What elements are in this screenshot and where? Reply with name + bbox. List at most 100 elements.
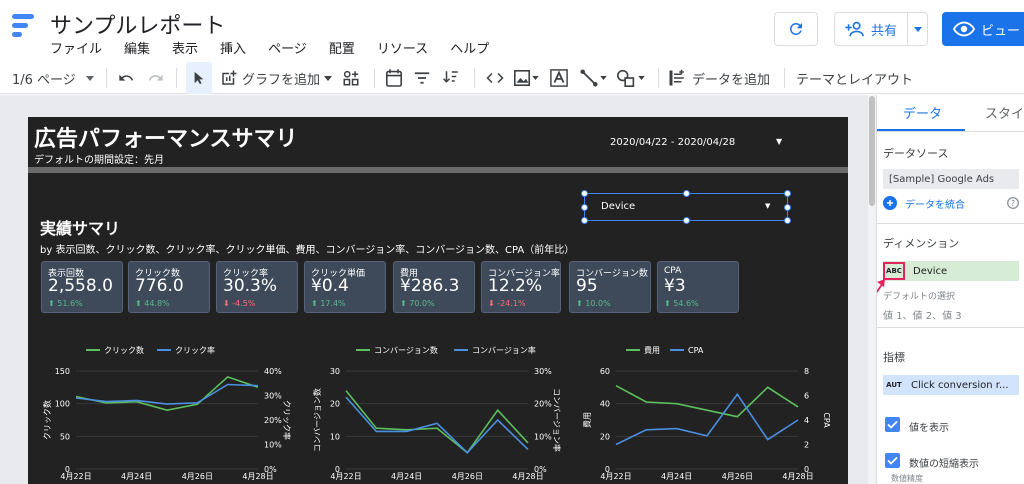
y-right-tick: 8: [804, 367, 809, 376]
kpi-scorecard[interactable]: コンバージョン数 95 ⬆ 10.0%: [569, 261, 651, 313]
menu-file[interactable]: ファイル: [50, 38, 102, 57]
y-left-tick: 30: [330, 367, 340, 376]
kpi-scorecard[interactable]: クリック単価 ¥0.4 ⬆ 17.4%: [304, 261, 386, 313]
caret-down-icon: ▼: [765, 202, 771, 210]
metric-value: Click conversion r...: [911, 379, 1009, 391]
blend-data-link[interactable]: データを統合 ?: [883, 193, 1019, 213]
kpi-scorecard[interactable]: CPA ¥3 ⬆ 54.6%: [657, 261, 739, 313]
undo-button[interactable]: [118, 62, 134, 94]
chart-legend: クリック数 クリック率: [86, 345, 215, 355]
y-left-axis-label: コンバージョン数: [312, 388, 322, 452]
menu-page[interactable]: ページ: [268, 38, 307, 57]
select-tool-button[interactable]: [186, 62, 212, 94]
y-left-tick: 20: [600, 432, 610, 441]
text-button[interactable]: [550, 62, 568, 94]
shape-button[interactable]: [616, 62, 645, 94]
embed-url-button[interactable]: [486, 62, 504, 94]
dimension-chip[interactable]: ABC Device: [883, 261, 1019, 281]
canvas-scrollbar-thumb[interactable]: [869, 96, 875, 206]
resize-handle[interactable]: [683, 217, 690, 224]
date-range-control[interactable]: 2020/04/22 - 2020/04/28: [610, 137, 735, 148]
filter-control-button[interactable]: [414, 62, 430, 94]
kpi-delta: ⬆ 44.8%: [135, 299, 170, 308]
add-person-icon: [845, 21, 864, 37]
kpi-scorecard[interactable]: クリック率 30.3% ⬇ -4.5%: [216, 261, 298, 313]
datasource-label: データソース: [883, 147, 949, 160]
metric-chip[interactable]: AUT Click conversion r...: [883, 375, 1019, 395]
series-line[interactable]: [345, 390, 529, 454]
caret-down-icon: [600, 76, 607, 80]
menu-edit[interactable]: 編集: [124, 38, 150, 57]
compact-numbers-checkbox[interactable]: [885, 453, 900, 468]
report-page[interactable]: 広告パフォーマンスサマリ デフォルトの期間設定：先月 2020/04/22 - …: [28, 117, 848, 484]
y-left-tick: 20: [330, 400, 340, 409]
menu-arrange[interactable]: 配置: [329, 38, 355, 57]
share-dropdown-button[interactable]: [907, 13, 927, 45]
number-precision-label: 数値精度: [891, 474, 923, 483]
page-selector[interactable]: 1/6 ページ: [12, 62, 94, 94]
kpi-delta: ⬆ 10.0%: [576, 299, 611, 308]
default-selection-values[interactable]: 値 1、値 2、値 3: [883, 307, 962, 322]
help-icon[interactable]: ?: [1007, 197, 1019, 209]
theme-layout-button[interactable]: テーマとレイアウト: [796, 62, 913, 94]
report-name[interactable]: サンプルレポート: [50, 8, 225, 40]
share-label: 共有: [871, 23, 898, 39]
y-right-tick: 10%: [264, 441, 282, 450]
conversions-chart[interactable]: コンバージョン数 コンバージョン率302010030%20%10%0%4月22日 4…: [306, 341, 568, 481]
menu-resource[interactable]: リソース: [377, 38, 428, 57]
add-chart-button[interactable]: グラフを追加: [220, 62, 333, 94]
image-button[interactable]: [514, 62, 539, 94]
resize-handle[interactable]: [784, 190, 791, 197]
y-right-tick: 30%: [264, 392, 282, 401]
resize-handle[interactable]: [683, 190, 690, 197]
kpi-scorecard[interactable]: コンバージョン率 12.2% ⬇ -24.1%: [481, 261, 561, 313]
metric-type-badge[interactable]: AUT: [883, 381, 905, 389]
kpi-scorecard[interactable]: 費用 ¥286.3 ⬆ 70.0%: [393, 261, 475, 313]
tab-style[interactable]: スタイル: [985, 103, 1024, 122]
menu-help[interactable]: ヘルプ: [450, 38, 489, 57]
line-button[interactable]: [580, 62, 607, 94]
community-viz-button[interactable]: [342, 62, 360, 94]
cursor-icon: [194, 71, 204, 85]
kpi-value: 776.0: [135, 276, 184, 296]
series-line[interactable]: [615, 392, 799, 446]
resize-handle[interactable]: [581, 204, 588, 211]
refresh-button[interactable]: [774, 12, 818, 46]
y-left-tick: 60: [600, 367, 610, 376]
y-right-tick: 20%: [264, 416, 282, 425]
tab-data[interactable]: データ: [903, 103, 942, 122]
kpi-scorecard[interactable]: クリック数 776.0 ⬆ 44.8%: [128, 261, 210, 313]
add-data-button[interactable]: データを追加: [668, 62, 770, 94]
redo-button[interactable]: [148, 62, 164, 94]
text-box-icon: [550, 69, 568, 87]
series-line[interactable]: [75, 383, 259, 405]
sort-control-button[interactable]: [442, 62, 460, 94]
date-range-control-button[interactable]: [386, 62, 402, 94]
menu-insert[interactable]: 挿入: [220, 38, 246, 57]
device-filter-control[interactable]: Device ▼: [581, 190, 791, 224]
clicks-ctr-chart[interactable]: クリック数 クリック率15010050040%30%20%10%0%4月22日 4月…: [36, 341, 298, 481]
looker-studio-logo-icon[interactable]: [12, 14, 38, 40]
show-values-checkbox[interactable]: [885, 417, 900, 432]
resize-handle[interactable]: [581, 190, 588, 197]
view-button[interactable]: ビュー: [942, 12, 1024, 46]
kpi-delta: ⬆ 54.6%: [664, 299, 699, 308]
caret-down-icon: [324, 75, 333, 81]
y-left-tick: 150: [55, 367, 70, 376]
resize-handle[interactable]: [784, 217, 791, 224]
y-right-tick: 40%: [264, 367, 282, 376]
resize-handle[interactable]: [581, 217, 588, 224]
y-left-axis-label: 費用: [582, 412, 592, 428]
menu-view[interactable]: 表示: [172, 38, 198, 57]
kpi-scorecard[interactable]: 表示回数 2,558.0 ⬆ 51.6%: [41, 261, 123, 313]
cost-cpa-chart[interactable]: 費用 CPA6040200864204月22日 4月24日 4月26日 4月28日費用 C…: [576, 341, 838, 481]
caret-down-icon[interactable]: ▼: [776, 137, 782, 146]
resize-handle[interactable]: [784, 204, 791, 211]
series-line[interactable]: [615, 384, 799, 418]
share-button[interactable]: 共有: [834, 12, 928, 46]
legend-label: コンバージョン率: [472, 345, 536, 355]
series-line[interactable]: [75, 375, 259, 412]
report-subtitle: デフォルトの期間設定：先月: [34, 155, 164, 166]
compact-numbers-label: 数値の短縮表示: [909, 459, 979, 470]
datasource-field[interactable]: [Sample] Google Ads: [883, 169, 1019, 189]
